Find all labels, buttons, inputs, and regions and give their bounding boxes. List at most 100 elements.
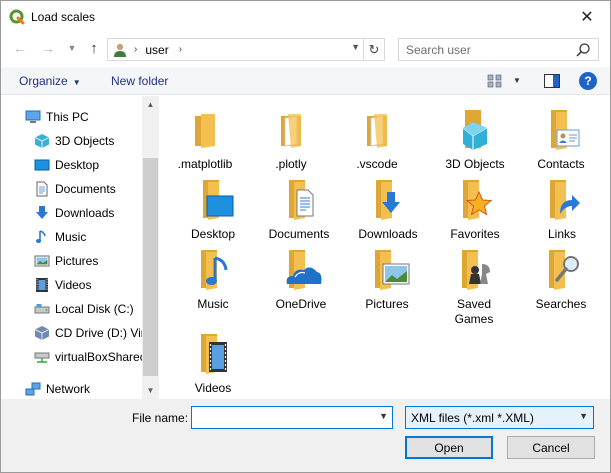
scroll-down-icon[interactable]: ▼ <box>142 382 159 399</box>
file-item-documents[interactable]: Documents <box>255 176 343 242</box>
file-name: .matplotlib <box>177 157 233 171</box>
file-type-value: XML files (*.xml *.XML) <box>411 410 534 425</box>
file-name: Downloads <box>358 227 418 241</box>
sidebar-item-cd-drive[interactable]: CD Drive (D:) Vir <box>34 322 159 344</box>
onedrive-folder-icon <box>286 250 322 290</box>
file-item-desktop[interactable]: Desktop <box>169 176 257 242</box>
pictures-icon <box>34 255 50 267</box>
file-name: Videos <box>194 381 232 395</box>
sidebar-item-virtualbox-share[interactable]: virtualBoxSharec <box>34 346 159 368</box>
sidebar-item-network[interactable]: Network <box>25 378 159 399</box>
sidebar-item-desktop[interactable]: Desktop <box>34 154 159 176</box>
file-item-links[interactable]: Links <box>518 176 606 242</box>
up-arrow-icon: ↑ <box>90 39 98 57</box>
sidebar-item-music[interactable]: Music <box>34 226 159 248</box>
downloads-folder-icon <box>376 180 400 220</box>
back-button[interactable]: ← <box>11 39 29 57</box>
folder-pages-icon <box>281 114 301 148</box>
refresh-button[interactable]: ↻ <box>363 39 384 60</box>
forward-arrow-icon: → <box>41 40 55 56</box>
sidebar-item-pictures[interactable]: Pictures <box>34 250 159 272</box>
file-name: Contacts <box>537 157 585 171</box>
navigation-pane: This PC 3D Objects Desktop Documents Dow… <box>1 96 159 399</box>
sidebar-item-label: Music <box>55 230 87 244</box>
scrollbar-thumb[interactable] <box>143 158 158 376</box>
file-item-onedrive[interactable]: OneDrive <box>257 246 345 312</box>
new-folder-button[interactable]: New folder <box>111 74 168 88</box>
file-name: Searches <box>535 297 587 311</box>
file-list: .matplotlib .plotly .vscode 3D Objects C… <box>161 96 610 399</box>
file-item-videos[interactable]: Videos <box>169 330 257 396</box>
file-name: .plotly <box>275 157 307 171</box>
up-button[interactable]: ↑ <box>85 39 103 57</box>
navigation-bar: ← → ▼ ↑ › user › ▼ ↻ Search user <box>1 34 610 64</box>
sidebar-item-label: Local Disk (C:) <box>55 302 134 316</box>
change-view-icon[interactable] <box>487 74 503 88</box>
documents-icon <box>36 181 48 197</box>
breadcrumb-user[interactable]: user <box>145 43 168 57</box>
sidebar-item-label: Downloads <box>55 206 115 220</box>
file-name-label: File name: <box>132 411 189 425</box>
open-button[interactable]: Open <box>405 436 493 459</box>
sidebar-item-videos[interactable]: Videos <box>34 274 159 296</box>
sidebar-item-downloads[interactable]: Downloads <box>34 202 159 224</box>
cancel-button[interactable]: Cancel <box>507 436 595 459</box>
file-item-plotly[interactable]: .plotly <box>247 106 335 172</box>
file-item-favorites[interactable]: Favorites <box>431 176 519 242</box>
file-name-input[interactable]: ▼ <box>191 406 393 429</box>
file-item-pictures[interactable]: Pictures <box>343 246 431 312</box>
searches-folder-icon <box>549 250 579 290</box>
file-type-select[interactable]: XML files (*.xml *.XML) ▼ <box>405 406 594 429</box>
command-bar: Organize ▼ New folder ▼ ? <box>1 67 610 95</box>
preview-pane-icon[interactable] <box>544 74 560 88</box>
file-item-vscode[interactable]: .vscode <box>333 106 421 172</box>
file-name: Pictures <box>365 297 409 311</box>
chevron-down-icon[interactable]: ▼ <box>379 411 388 421</box>
file-item-music[interactable]: Music <box>169 246 257 312</box>
file-item-downloads[interactable]: Downloads <box>344 176 432 242</box>
sidebar-item-this-pc[interactable]: This PC <box>25 106 159 128</box>
chevron-down-icon: ▼ <box>67 43 77 53</box>
desktop-folder-icon <box>203 180 234 220</box>
chevron-down-icon: ▼ <box>72 78 81 87</box>
file-name: .vscode <box>356 157 398 171</box>
sidebar-item-label: Documents <box>55 182 116 196</box>
sidebar-item-3d-objects[interactable]: 3D Objects <box>34 130 159 152</box>
file-item-matplotlib[interactable]: .matplotlib <box>161 106 249 172</box>
window-title: Load scales <box>31 9 96 24</box>
file-item-saved-games[interactable]: Saved Games <box>430 246 518 327</box>
desktop-icon <box>34 159 50 171</box>
file-name: Desktop <box>190 227 236 241</box>
file-item-contacts[interactable]: Contacts <box>517 106 605 172</box>
close-button[interactable]: ✕ <box>564 1 610 32</box>
back-arrow-icon: ← <box>13 40 27 56</box>
sidebar-item-label: Network <box>46 382 91 396</box>
file-item-3d-objects[interactable]: 3D Objects <box>431 106 519 172</box>
load-scales-dialog: Load scales ✕ ← → ▼ ↑ › user › ▼ ↻ Searc… <box>0 0 611 473</box>
local-disk-icon <box>34 304 50 314</box>
recent-locations-button[interactable]: ▼ <box>63 39 81 57</box>
scroll-up-icon[interactable]: ▲ <box>142 96 159 113</box>
sidebar-scrollbar[interactable]: ▲ ▼ <box>142 96 159 399</box>
title-bar: Load scales ✕ <box>1 1 610 32</box>
sidebar-item-label: virtualBoxSharec <box>55 350 146 364</box>
view-options-dropdown[interactable]: ▼ <box>513 76 521 85</box>
network-icon <box>25 382 41 396</box>
file-item-searches[interactable]: Searches <box>517 246 605 312</box>
user-folder-icon <box>114 43 126 57</box>
address-history-dropdown[interactable]: ▼ <box>351 42 360 52</box>
address-bar[interactable]: › user › ▼ ↻ <box>107 38 385 61</box>
pictures-folder-icon <box>375 250 410 290</box>
file-name: Music <box>197 297 229 311</box>
breadcrumb-chevron-icon[interactable]: › <box>179 44 182 55</box>
sidebar-item-local-disk[interactable]: Local Disk (C:) <box>34 298 159 320</box>
search-input[interactable]: Search user <box>398 38 599 61</box>
forward-button[interactable]: → <box>39 39 57 57</box>
videos-icon <box>36 278 48 292</box>
documents-folder-icon <box>289 180 314 220</box>
sidebar-item-documents[interactable]: Documents <box>34 178 159 200</box>
organize-menu[interactable]: Organize ▼ <box>19 74 81 88</box>
file-name: Links <box>547 227 576 241</box>
help-icon[interactable]: ? <box>579 72 597 90</box>
sidebar-item-label: Pictures <box>55 254 99 268</box>
